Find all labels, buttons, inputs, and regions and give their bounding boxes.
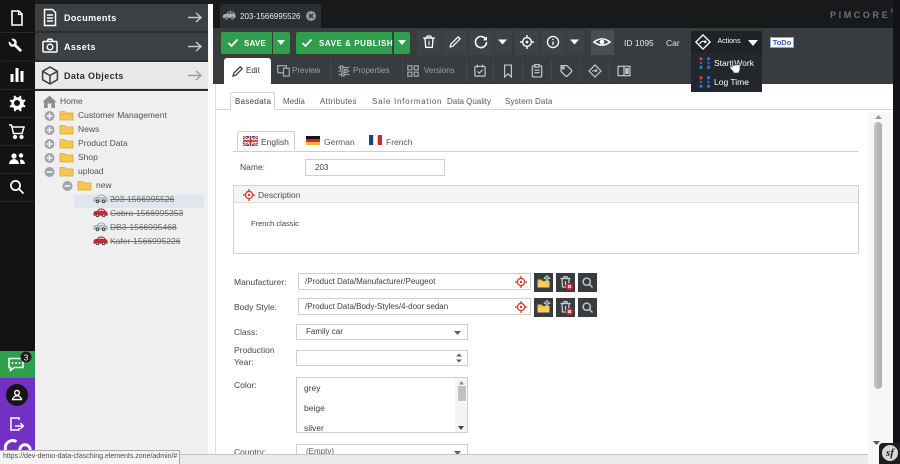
svg-text:3: 3 [24,354,29,363]
